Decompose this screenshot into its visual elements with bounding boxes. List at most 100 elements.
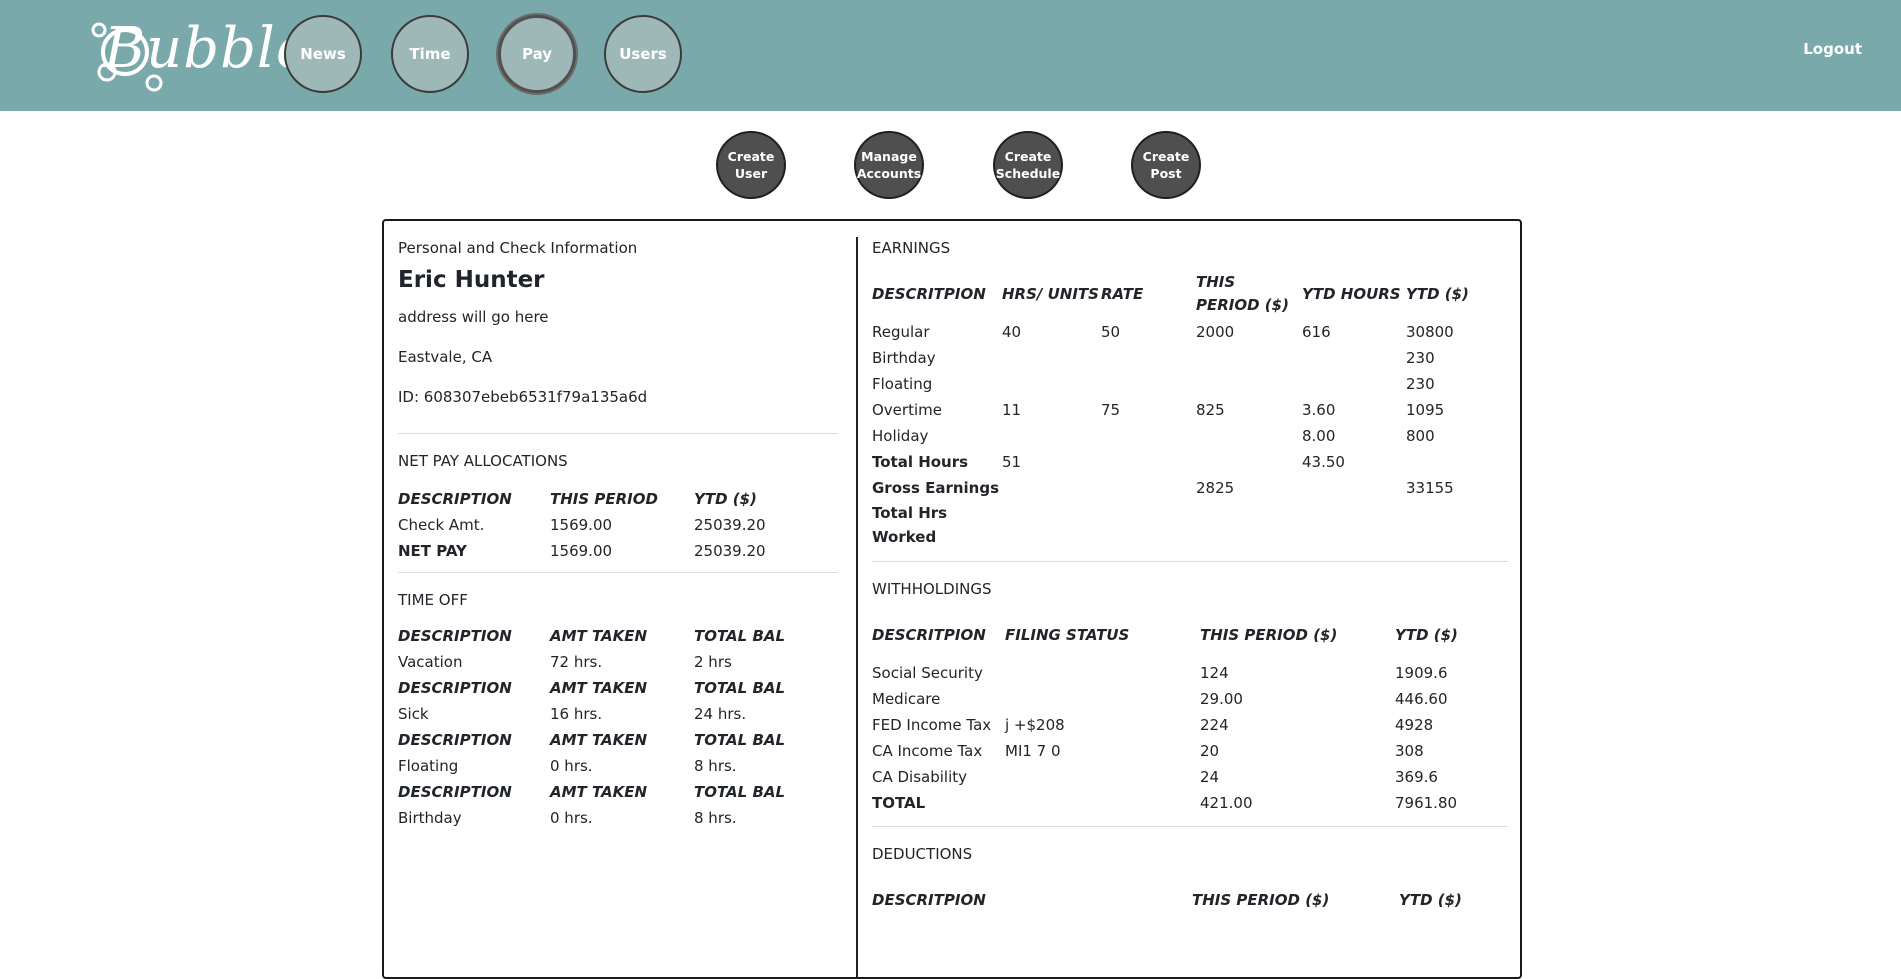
table-row: FED Income Tax j +$208 224 4928: [872, 712, 1508, 738]
table-cell: 124: [1200, 664, 1229, 682]
column-header: TOTAL BAL: [694, 627, 786, 645]
table-cell: Social Security: [872, 664, 983, 682]
column-header: YTD ($): [694, 490, 757, 508]
divider: [872, 826, 1508, 827]
column-header: DESCRIPTION: [398, 490, 512, 508]
table-cell: [1005, 686, 1200, 712]
table-cell: Total Hours: [872, 453, 969, 471]
earnings-table: DESCRITPION HRS/ UNITS RATE THIS PERIOD …: [872, 269, 1508, 549]
column-header: YTD HOURS: [1302, 285, 1401, 303]
column-header: THIS PERIOD: [550, 490, 658, 508]
table-cell: 3.60: [1302, 401, 1336, 419]
netpay-table: DESCRIPTION THIS PERIOD YTD ($) Check Am…: [398, 486, 838, 564]
table-cell: [1196, 423, 1302, 449]
table-cell: [1101, 423, 1196, 449]
table-cell: [1002, 423, 1101, 449]
timeoff-table: DESCRIPTION AMT TAKEN TOTAL BAL Vacation…: [398, 623, 838, 831]
table-cell: 72 hrs.: [550, 653, 603, 671]
table-cell: [1101, 501, 1196, 549]
table-cell: [1196, 501, 1302, 549]
nav-pay[interactable]: Pay: [498, 15, 576, 93]
table-row: Social Security 124 1909.6: [872, 660, 1508, 686]
earnings-section-title: EARNINGS: [872, 239, 951, 257]
divider: [872, 561, 1508, 562]
column-header: DESCRITPION: [872, 891, 986, 909]
table-cell: Floating: [872, 375, 933, 393]
nav-users[interactable]: Users: [604, 15, 682, 93]
create-schedule-button[interactable]: Create Schedule: [993, 131, 1063, 199]
table-row: Gross Earnings 2825 33155: [872, 475, 1508, 501]
table-cell: 825: [1196, 401, 1225, 419]
create-post-button[interactable]: Create Post: [1131, 131, 1201, 199]
table-header-row: DESCRIPTION AMT TAKEN TOTAL BAL: [398, 623, 838, 649]
table-cell: [1005, 660, 1200, 686]
table-cell: Birthday: [872, 349, 936, 367]
personal-column: Personal and Check Information Eric Hunt…: [398, 235, 838, 831]
table-row: Medicare 29.00 446.60: [872, 686, 1508, 712]
employee-id: ID: 608307ebeb6531f79a135a6d: [398, 388, 648, 406]
column-header: AMT TAKEN: [550, 731, 648, 749]
employee-city: Eastvale, CA: [398, 348, 493, 366]
table-row: Check Amt. 1569.00 25039.20: [398, 512, 838, 538]
create-user-button[interactable]: Create User: [716, 131, 786, 199]
table-row: Vacation 72 hrs. 2 hrs: [398, 649, 838, 675]
table-cell: Regular: [872, 323, 930, 341]
table-cell: [1002, 345, 1101, 371]
table-header-row: DESCRITPION FILING STATUS THIS PERIOD ($…: [872, 610, 1508, 660]
button-label-line1: Create: [1142, 149, 1190, 164]
table-cell: Total Hrs Worked: [872, 504, 948, 546]
table-cell: Birthday: [398, 809, 462, 827]
table-cell: NET PAY: [398, 542, 467, 560]
table-cell: [1302, 371, 1406, 397]
table-row: Total Hrs Worked: [872, 501, 1508, 549]
table-cell: 75: [1101, 401, 1121, 419]
table-row: Sick 16 hrs. 24 hrs.: [398, 701, 838, 727]
divider: [398, 572, 838, 573]
logout-link[interactable]: Logout: [1803, 40, 1862, 58]
table-row: CA Income Tax MI1 7 0 20 308: [872, 738, 1508, 764]
table-cell: 1095: [1406, 401, 1445, 419]
table-cell: CA Disability: [872, 768, 968, 786]
table-row: Regular 40 50 2000 616 30800: [872, 319, 1508, 345]
table-cell: 50: [1101, 323, 1121, 341]
table-cell: 8.00: [1302, 427, 1336, 445]
column-header: DESCRIPTION: [398, 627, 512, 645]
column-header: YTD ($): [1395, 626, 1458, 644]
table-cell: [1406, 501, 1508, 549]
button-label-line1: Create: [1004, 149, 1052, 164]
table-cell: 8 hrs.: [694, 809, 737, 827]
column-header: DESCRIPTION: [398, 731, 512, 749]
employee-name: Eric Hunter: [398, 267, 545, 293]
nav-time[interactable]: Time: [391, 15, 469, 93]
table-cell: FED Income Tax: [872, 716, 992, 734]
table-cell: 616: [1302, 323, 1331, 341]
nav-news[interactable]: News: [284, 15, 362, 93]
column-header: THIS PERIOD ($): [1192, 890, 1330, 909]
table-cell: 43.50: [1302, 453, 1345, 471]
table-cell: 51: [1002, 453, 1022, 471]
table-cell: Floating: [398, 757, 459, 775]
table-cell: 2 hrs: [694, 653, 732, 671]
table-cell: [1302, 345, 1406, 371]
button-label-line2: Accounts: [856, 166, 922, 181]
table-cell: [1302, 501, 1406, 549]
table-cell: 29.00: [1200, 690, 1243, 708]
table-cell: Check Amt.: [398, 516, 485, 534]
table-cell: 24: [1200, 768, 1220, 786]
column-header: AMT TAKEN: [550, 679, 648, 697]
table-cell: 308: [1395, 742, 1424, 760]
table-cell: Gross Earnings: [872, 479, 1000, 497]
table-cell: [1005, 790, 1200, 816]
table-cell: [1101, 449, 1196, 475]
table-cell: 2000: [1196, 323, 1235, 341]
table-cell: 25039.20: [694, 516, 766, 534]
table-cell: 24 hrs.: [694, 705, 747, 723]
table-cell: [1101, 345, 1196, 371]
table-cell: [1196, 345, 1302, 371]
button-label-line1: Manage: [861, 149, 917, 164]
table-cell: Sick: [398, 705, 429, 723]
table-cell: 0 hrs.: [550, 757, 593, 775]
pay-details-column: EARNINGS DESCRITPION HRS/ UNITS RATE THI…: [872, 235, 1508, 925]
table-cell: [1302, 475, 1406, 501]
manage-accounts-button[interactable]: Manage Accounts: [854, 131, 924, 199]
